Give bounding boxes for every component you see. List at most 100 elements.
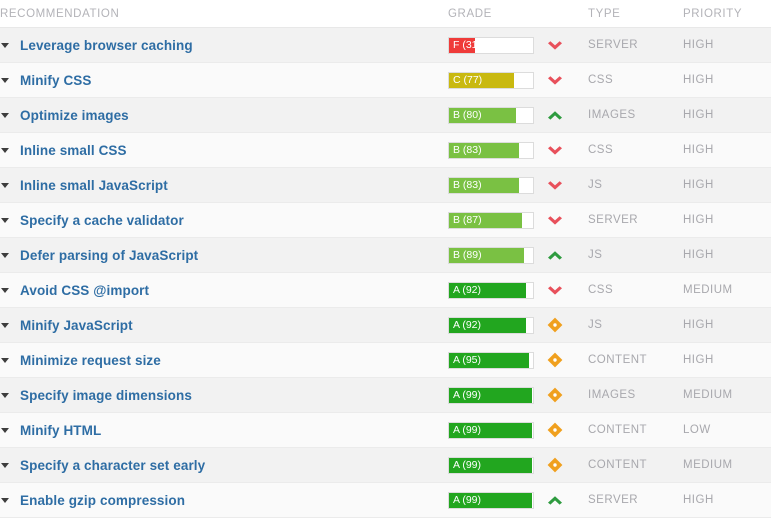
cell-recommendation: Enable gzip compression [0,482,448,518]
cell-priority: MEDIUM [683,272,771,308]
table-row[interactable]: Minify JavaScript A (92) JS HIGH [0,307,771,343]
recommendation-link[interactable]: Minimize request size [20,353,161,368]
collapse-triangle-icon[interactable] [0,494,12,506]
collapse-triangle-icon[interactable] [0,109,12,121]
table-row[interactable]: Specify image dimensions A (99) IMAGES MEDI… [0,377,771,413]
flat-diamond-icon [545,455,565,475]
cell-recommendation: Minimize request size [0,342,448,378]
cell-recommendation: Specify image dimensions [0,377,448,413]
cell-recommendation: Inline small CSS [0,132,448,168]
cell-type: SERVER [588,27,683,63]
recommendation-link[interactable]: Leverage browser caching [20,38,193,53]
grade-bar: B (89) [448,246,534,264]
collapse-triangle-icon[interactable] [0,459,12,471]
recommendation-link[interactable]: Inline small CSS [20,143,127,158]
recommendation-link[interactable]: Specify a cache validator [20,213,184,228]
collapse-triangle-icon[interactable] [0,354,12,366]
grade-bar: A (99) [448,421,534,439]
down-chevron-icon [545,70,565,90]
cell-priority: MEDIUM [683,377,771,413]
cell-type: CSS [588,132,683,168]
cell-priority: HIGH [683,97,771,133]
grade-bar-label: A (92) [453,283,482,296]
collapse-triangle-icon[interactable] [0,389,12,401]
recommendation-link[interactable]: Minify HTML [20,423,101,438]
cell-recommendation: Inline small JavaScript [0,167,448,203]
cell-recommendation: Minify JavaScript [0,307,448,343]
grade-bar-label: B (87) [453,213,482,226]
grade-bar-label: B (83) [453,143,482,156]
table-row[interactable]: Minify HTML A (99) CONTENT LOW [0,412,771,448]
table-row[interactable]: Optimize images B (80) IMAGES HIGH [0,97,771,133]
cell-grade: A (92) [448,272,588,308]
table-row[interactable]: Avoid CSS @import A (92) CSS MEDIUM [0,272,771,308]
column-header-type[interactable]: TYPE [588,0,683,28]
collapse-triangle-icon[interactable] [0,284,12,296]
grade-bar: B (80) [448,106,534,124]
recommendation-link[interactable]: Minify JavaScript [20,318,133,333]
flat-diamond-icon [545,420,565,440]
table-row[interactable]: Leverage browser caching F (31) SERVER HIGH [0,27,771,63]
cell-grade: B (87) [448,202,588,238]
cell-grade: A (99) [448,412,588,448]
grade-bar-label: C (77) [453,73,483,86]
grade-bar: F (31) [448,36,534,54]
collapse-triangle-icon[interactable] [0,74,12,86]
grade-bar: B (87) [448,211,534,229]
table-header-row: RECOMMENDATION GRADE TYPE PRIORITY [0,0,771,28]
grade-bar: B (83) [448,141,534,159]
cell-grade: B (83) [448,167,588,203]
grade-bar-label: A (99) [453,423,482,436]
cell-grade: A (99) [448,377,588,413]
grade-bar-label: A (99) [453,458,482,471]
cell-recommendation: Avoid CSS @import [0,272,448,308]
recommendation-link[interactable]: Specify a character set early [20,458,205,473]
table-row[interactable]: Enable gzip compression A (99) SERVER HIGH [0,482,771,518]
recommendation-link[interactable]: Inline small JavaScript [20,178,168,193]
down-chevron-icon [545,175,565,195]
collapse-triangle-icon[interactable] [0,39,12,51]
cell-recommendation: Minify HTML [0,412,448,448]
down-chevron-icon [545,140,565,160]
cell-recommendation: Optimize images [0,97,448,133]
cell-priority: HIGH [683,342,771,378]
column-header-grade[interactable]: GRADE [448,0,588,28]
column-header-priority[interactable]: PRIORITY [683,0,771,28]
cell-priority: HIGH [683,237,771,273]
cell-priority: HIGH [683,27,771,63]
recommendation-link[interactable]: Defer parsing of JavaScript [20,248,198,263]
cell-type: JS [588,167,683,203]
collapse-triangle-icon[interactable] [0,424,12,436]
grade-bar: A (95) [448,351,534,369]
cell-grade: C (77) [448,62,588,98]
cell-type: CONTENT [588,447,683,483]
recommendation-link[interactable]: Avoid CSS @import [20,283,149,298]
flat-diamond-icon [545,350,565,370]
recommendation-link[interactable]: Optimize images [20,108,129,123]
table-row[interactable]: Inline small JavaScript B (83) JS HIGH [0,167,771,203]
cell-grade: A (99) [448,482,588,518]
collapse-triangle-icon[interactable] [0,214,12,226]
cell-grade: A (92) [448,307,588,343]
table-row[interactable]: Minify CSS C (77) CSS HIGH [0,62,771,98]
collapse-triangle-icon[interactable] [0,319,12,331]
table-row[interactable]: Defer parsing of JavaScript B (89) JS HIGH [0,237,771,273]
collapse-triangle-icon[interactable] [0,249,12,261]
cell-type: CSS [588,272,683,308]
column-header-recommendation[interactable]: RECOMMENDATION [0,0,448,28]
collapse-triangle-icon[interactable] [0,179,12,191]
collapse-triangle-icon[interactable] [0,144,12,156]
cell-type: SERVER [588,482,683,518]
cell-type: IMAGES [588,97,683,133]
table-row[interactable]: Specify a character set early A (99) CONTE… [0,447,771,483]
recommendation-link[interactable]: Specify image dimensions [20,388,192,403]
down-chevron-icon [545,210,565,230]
recommendation-link[interactable]: Enable gzip compression [20,493,185,508]
recommendation-link[interactable]: Minify CSS [20,73,92,88]
table-row[interactable]: Specify a cache validator B (87) SERVER HIG… [0,202,771,238]
table-row[interactable]: Inline small CSS B (83) CSS HIGH [0,132,771,168]
cell-grade: B (83) [448,132,588,168]
cell-priority: MEDIUM [683,447,771,483]
table-row[interactable]: Minimize request size A (95) CONTENT HIGH [0,342,771,378]
cell-grade: F (31) [448,27,588,63]
